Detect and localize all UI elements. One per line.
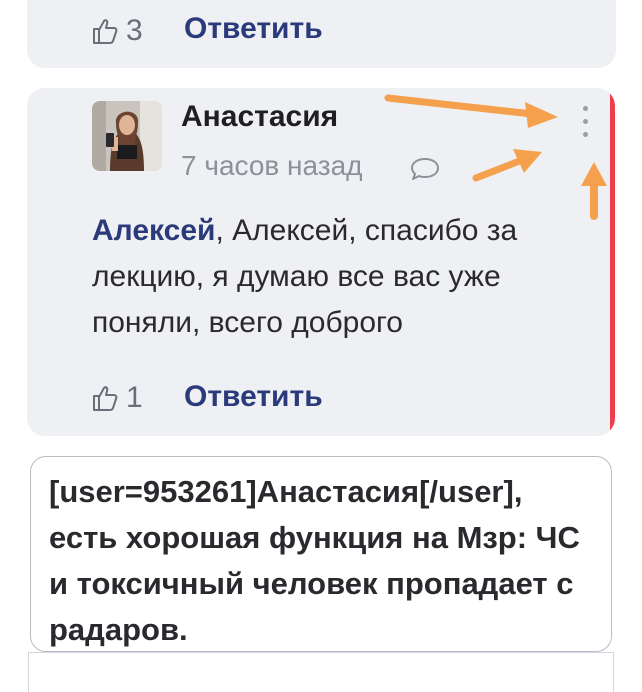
input-toolbar bbox=[28, 652, 614, 692]
reply-button[interactable]: Ответить bbox=[184, 12, 323, 46]
annotation-arrow bbox=[384, 94, 558, 128]
speech-bubble-icon[interactable] bbox=[409, 156, 441, 182]
thumbs-up-icon bbox=[93, 19, 118, 44]
kebab-menu-icon[interactable] bbox=[580, 106, 590, 146]
annotation-arrow bbox=[581, 162, 607, 220]
comment-card: Анастасия 7 часов назад Алексей, Алексей… bbox=[27, 88, 615, 436]
reply-button[interactable]: Ответить bbox=[184, 380, 323, 414]
like-count: 3 bbox=[126, 14, 143, 47]
annotation-arrow bbox=[472, 149, 542, 182]
reply-input-value: [user=953261]Анастасия[/user], есть хоро… bbox=[49, 474, 580, 647]
mention-link[interactable]: Алексей bbox=[92, 214, 215, 247]
like-button[interactable]: 1 bbox=[90, 381, 143, 415]
like-count: 1 bbox=[126, 381, 143, 414]
thumbs-up-icon bbox=[93, 386, 118, 411]
highlight-bar bbox=[610, 88, 615, 436]
previous-comment-card: 3 Ответить bbox=[27, 0, 616, 68]
comment-author[interactable]: Анастасия bbox=[181, 100, 338, 134]
like-button[interactable]: 3 bbox=[90, 14, 143, 48]
comment-body: Алексей, Алексей, спасибо за лекцию, я д… bbox=[92, 208, 592, 346]
avatar[interactable] bbox=[92, 101, 162, 171]
reply-input[interactable]: [user=953261]Анастасия[/user], есть хоро… bbox=[30, 456, 612, 652]
comment-timestamp: 7 часов назад bbox=[181, 150, 363, 181]
